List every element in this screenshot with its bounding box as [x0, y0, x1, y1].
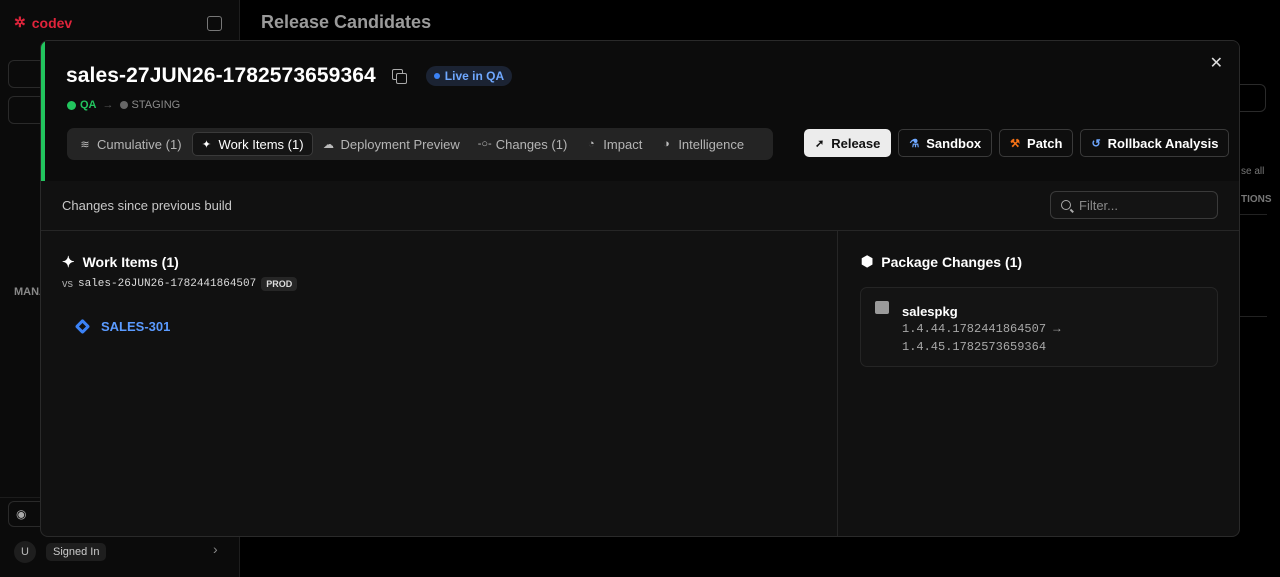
history-icon: ↺ [1091, 137, 1101, 150]
package-from-version: 1.4.44.1782441864507 [902, 322, 1047, 336]
release-button[interactable]: ➚ Release [804, 129, 892, 157]
flask-icon: ⚗ [909, 137, 920, 150]
compare-build-id: sales-26JUN26-1782441864507 [78, 278, 257, 290]
tab-label: Impact [603, 136, 643, 152]
env-current: QA [67, 99, 97, 111]
package-icon [875, 301, 889, 314]
work-items-heading: ✦ Work Items (1) [62, 253, 179, 271]
page-title: Release Candidates [261, 12, 432, 32]
package-to-version: 1.4.45.1782573659364 [902, 340, 1047, 354]
env-current-label: QA [80, 99, 97, 111]
tab-label: Changes (1) [495, 136, 568, 152]
tab-impact[interactable]: ◔ Impact [577, 132, 650, 156]
tab-work-items[interactable]: ✦ Work Items (1) [191, 132, 313, 156]
wrench-icon: ⚒ [1010, 137, 1021, 150]
status-badge: Live in QA [425, 66, 513, 86]
package-changes-heading-label: Package Changes (1) [881, 253, 1023, 270]
vs-label: vs [62, 278, 73, 290]
work-item-link[interactable]: SALES-301 [74, 318, 171, 335]
modal-title-row: sales-27JUN26-1782573659364 Live in QA [66, 64, 513, 88]
env-next: STAGING [119, 99, 181, 111]
status-badge-label: Live in QA [444, 69, 505, 83]
pending-dot-icon [119, 101, 128, 109]
tab-label: Deployment Preview [340, 136, 460, 152]
check-circle-icon [67, 100, 76, 110]
sparkles-icon: ✦ [62, 254, 75, 271]
filter-input[interactable]: Filter... [1050, 191, 1218, 219]
logo-mark-icon: ✲ [14, 14, 26, 30]
filter-placeholder: Filter... [1079, 197, 1119, 213]
arrow-right-icon: → [102, 99, 114, 111]
work-item-key: SALES-301 [101, 319, 171, 334]
tab-label: Cumulative (1) [97, 136, 182, 152]
patch-button[interactable]: ⚒ Patch [999, 129, 1074, 157]
rocket-icon: ➚ [815, 137, 825, 150]
sidebar-collapse-icon[interactable] [207, 16, 222, 31]
modal-actions: ➚ Release ⚗ Sandbox ⚒ Patch ↺ Rollback A… [804, 129, 1230, 157]
close-icon[interactable]: ✕ [1210, 53, 1223, 73]
patch-button-label: Patch [1027, 135, 1063, 151]
package-changes-pane: ⬢ Package Changes (1) salespkg 1.4.44.17… [839, 231, 1239, 536]
work-items-heading-label: Work Items (1) [82, 254, 179, 270]
tab-deployment-preview[interactable]: ☁ Deployment Preview [315, 132, 468, 156]
release-candidate-modal: sales-27JUN26-1782573659364 Live in QA Q… [40, 40, 1240, 537]
tab-cumulative[interactable]: ≋ Cumulative (1) [71, 132, 190, 156]
modal-title: sales-27JUN26-1782573659364 [66, 64, 376, 87]
sandbox-button[interactable]: ⚗ Sandbox [898, 129, 993, 157]
copy-icon[interactable] [391, 69, 407, 84]
package-changes-heading: ⬢ Package Changes (1) [861, 253, 1022, 270]
sandbox-button-label: Sandbox [926, 135, 982, 151]
commit-icon: -○- [477, 138, 492, 150]
background-column-header: TIONS [1241, 194, 1272, 205]
env-next-label: STAGING [131, 99, 181, 111]
package-card[interactable]: salespkg 1.4.44.1782441864507 → 1.4.45.1… [860, 287, 1218, 367]
user-status[interactable]: U Signed In [14, 541, 107, 563]
status-dot-icon [433, 73, 440, 79]
background-select-all: se all [1241, 166, 1265, 177]
signed-in-badge: Signed In [46, 543, 107, 561]
changes-toolbar: Changes since previous build Filter... [41, 181, 1239, 231]
rollback-button-label: Rollback Analysis [1107, 135, 1219, 151]
package-version-change: 1.4.44.1782441864507 → [902, 322, 1060, 336]
env-badge: PROD [261, 277, 298, 291]
cloud-icon: ☁ [323, 138, 335, 151]
tab-label: Intelligence [678, 136, 745, 152]
gauge-icon: ◔ [587, 138, 595, 150]
work-items-pane: ✦ Work Items (1) vs sales-26JUN26-178244… [41, 231, 838, 536]
chevron-right-icon[interactable]: › [213, 541, 218, 557]
rollback-analysis-button[interactable]: ↺ Rollback Analysis [1080, 129, 1230, 157]
avatar: U [14, 541, 36, 563]
changes-since-label: Changes since previous build [62, 198, 232, 213]
tab-label: Work Items (1) [218, 136, 304, 152]
jira-icon [74, 318, 91, 335]
modal-tabs: ≋ Cumulative (1) ✦ Work Items (1) ☁ Depl… [67, 128, 773, 160]
search-icon [1061, 200, 1071, 210]
modal-header: sales-27JUN26-1782573659364 Live in QA Q… [41, 41, 1239, 181]
brand-name: codev [31, 14, 73, 31]
sparkles-icon: ✦ [201, 138, 212, 151]
arrow-right-icon: → [1053, 322, 1061, 336]
package-name: salespkg [902, 304, 958, 319]
environment-path: QA → STAGING [67, 99, 180, 111]
compare-build: vs sales-26JUN26-1782441864507 PROD [62, 277, 298, 291]
release-button-label: Release [831, 135, 881, 151]
brain-icon: ◑ [662, 138, 670, 150]
package-icon: ⬢ [861, 253, 874, 269]
layers-icon: ≋ [80, 138, 90, 151]
tab-changes[interactable]: -○- Changes (1) [470, 132, 576, 156]
tab-intelligence[interactable]: ◑ Intelligence [652, 132, 752, 156]
app-logo[interactable]: ✲ codev [14, 14, 72, 31]
